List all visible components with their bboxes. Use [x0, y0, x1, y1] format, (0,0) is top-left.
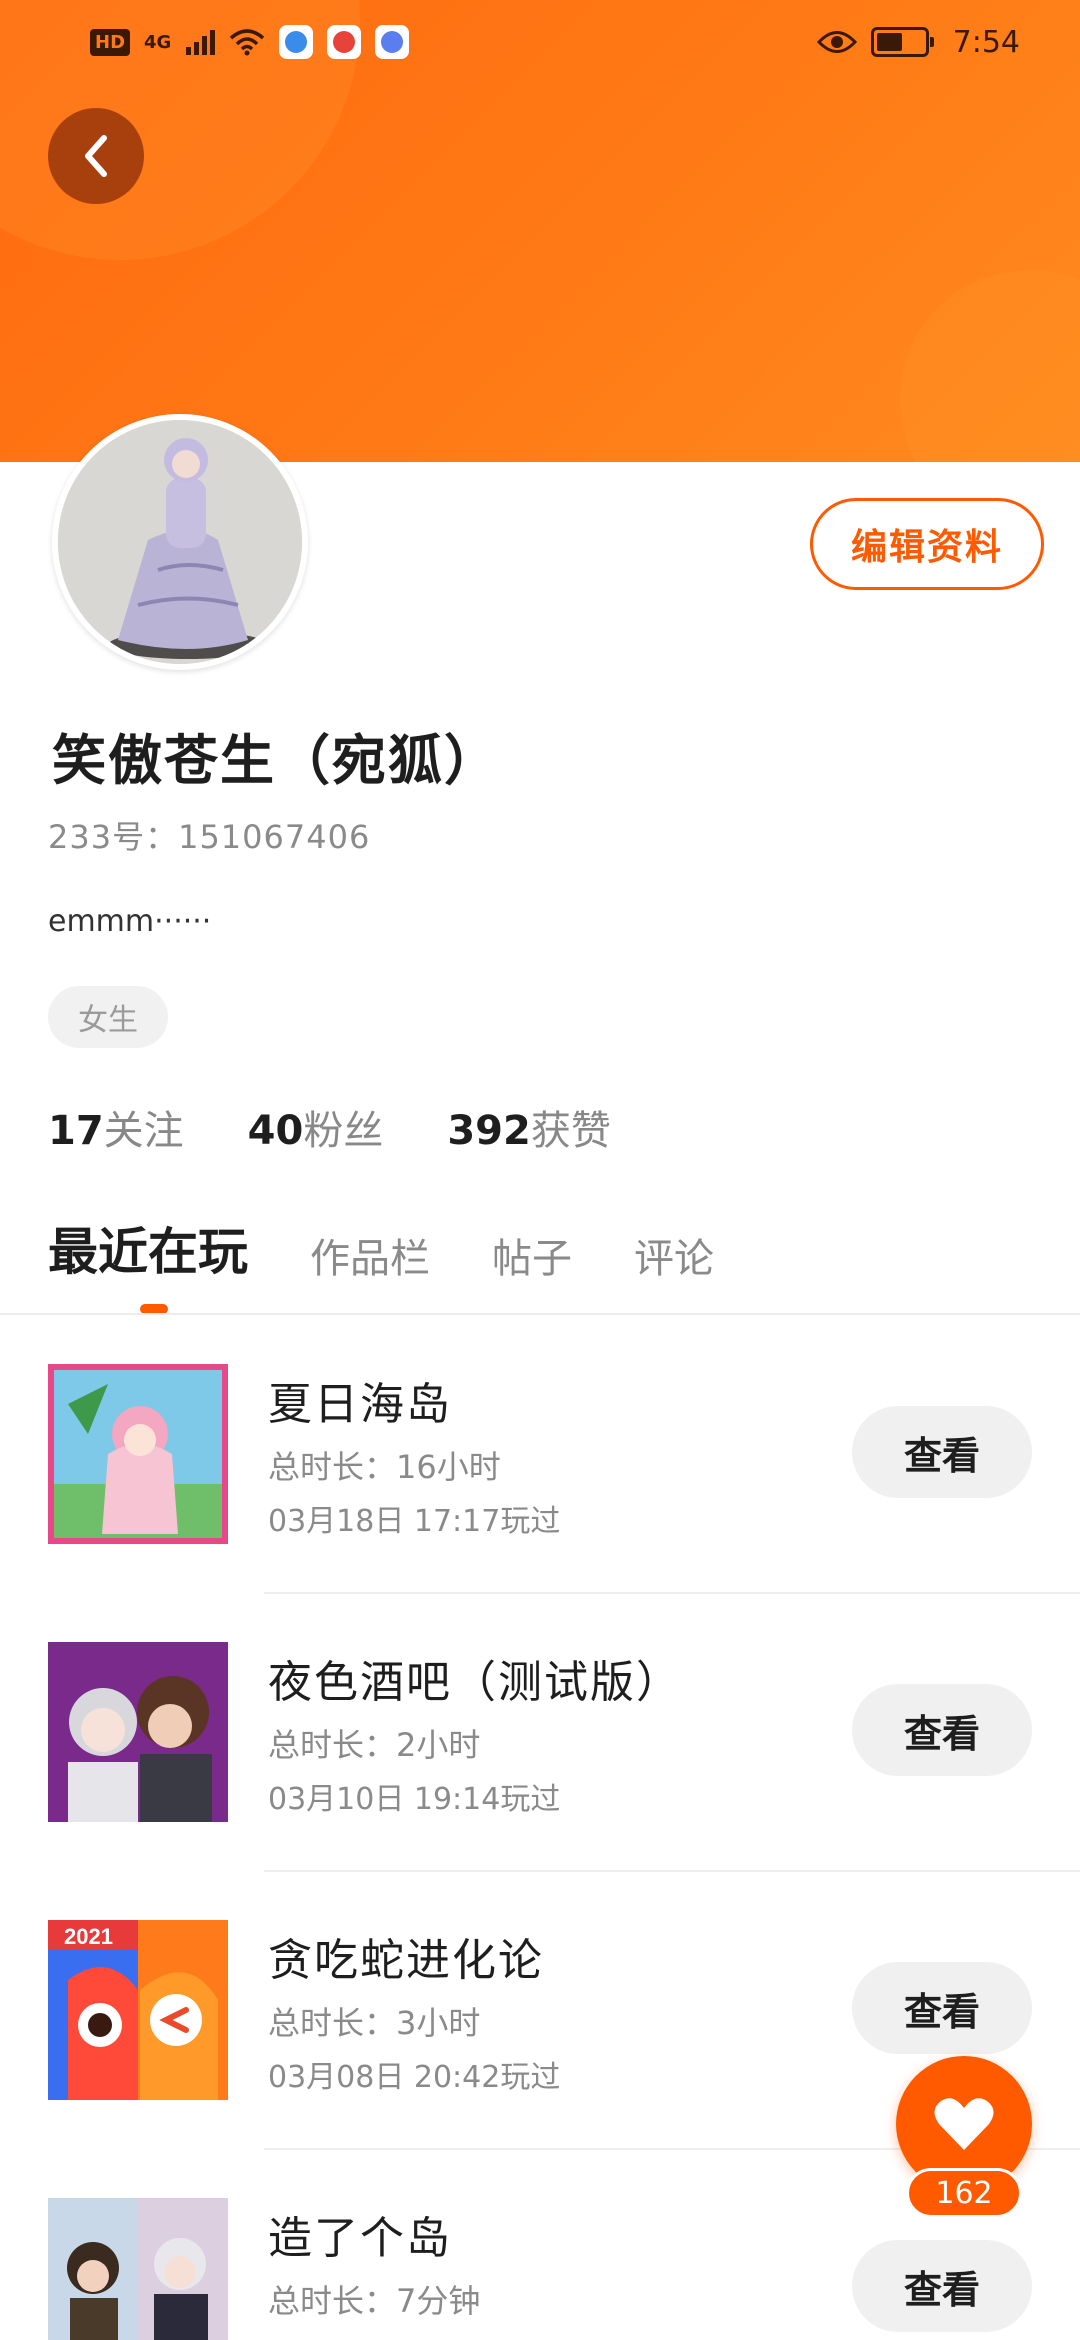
game-title: 夏日海岛 [268, 1379, 452, 1430]
banner-decoration [900, 270, 1080, 462]
stat-number: 17 [48, 1108, 104, 1154]
stat-following[interactable]: 17关注 [48, 1098, 184, 1156]
divider [0, 1313, 1080, 1315]
game-thumbnail: 2021 [48, 1920, 228, 2100]
profile-name: 笑傲苍生（宛狐） [52, 729, 500, 792]
game-duration: 总时长：7分钟 [268, 2282, 481, 2320]
status-right: 7:54 [816, 24, 1020, 60]
game-title: 夜色酒吧（测试版） [268, 1657, 682, 1708]
status-left: HD 4G [90, 25, 410, 59]
profile-page: HD 4G 7:54 编辑资料 笑傲苍生（宛狐） 233号：151067406 … [0, 0, 1080, 2340]
browser-app-icon [279, 25, 314, 59]
back-button[interactable] [48, 108, 144, 204]
view-button[interactable]: 查看 [852, 1962, 1032, 2054]
list-item[interactable]: 夏日海岛 总时长：16小时 03月18日 17:17玩过 查看 [0, 1316, 1080, 1594]
thumb-year-badge: 2021 [64, 1924, 113, 1949]
stat-label: 关注 [103, 1108, 184, 1154]
gender-tag: 女生 [48, 986, 168, 1048]
profile-uid: 233号：151067406 [48, 818, 371, 856]
stat-likes[interactable]: 392获赞 [447, 1098, 611, 1156]
signal-icon [186, 30, 216, 55]
tab-posts[interactable]: 帖子 [492, 1226, 572, 1284]
edit-profile-button[interactable]: 编辑资料 [810, 498, 1044, 590]
music-app-icon [375, 25, 410, 59]
view-button[interactable]: 查看 [852, 1684, 1032, 1776]
status-time: 7:54 [952, 24, 1020, 60]
list-item[interactable]: 夜色酒吧（测试版） 总时长：2小时 03月10日 19:14玩过 查看 [0, 1594, 1080, 1872]
game-thumbnail [48, 1642, 228, 1822]
tab-recent-played[interactable]: 最近在玩 [48, 1212, 248, 1284]
tab-comments[interactable]: 评论 [634, 1226, 714, 1284]
avatar-image [58, 420, 302, 664]
game-last-played: 03月18日 17:17玩过 [268, 1504, 561, 1539]
stat-label: 获赞 [530, 1108, 611, 1154]
game-duration: 总时长：3小时 [268, 2004, 481, 2042]
map-app-icon [327, 25, 362, 59]
stat-label: 粉丝 [303, 1108, 384, 1154]
wifi-icon [230, 29, 265, 56]
battery-icon [870, 27, 934, 57]
view-button[interactable]: 查看 [852, 1406, 1032, 1498]
game-title: 贪吃蛇进化论 [268, 1935, 544, 1986]
profile-stats: 17关注 40粉丝 392获赞 [48, 1098, 611, 1156]
game-last-played: 03月08日 20:42玩过 [268, 2060, 561, 2095]
profile-bio: emmm······ [48, 904, 212, 939]
view-button[interactable]: 查看 [852, 2240, 1032, 2332]
avatar[interactable] [52, 414, 308, 670]
status-bar: HD 4G 7:54 [0, 0, 1080, 84]
heart-icon [934, 2098, 994, 2150]
stat-number: 392 [447, 1108, 531, 1154]
hd-badge: HD [90, 28, 131, 56]
game-duration: 总时长：2小时 [268, 1726, 481, 1764]
game-duration: 总时长：16小时 [268, 1448, 501, 1486]
chevron-left-icon [85, 135, 107, 177]
eye-icon [816, 31, 857, 53]
like-count: 162 [906, 2168, 1022, 2218]
game-last-played: 03月10日 19:14玩过 [268, 1782, 561, 1817]
stat-followers[interactable]: 40粉丝 [248, 1098, 384, 1156]
game-thumbnail [48, 1364, 228, 1544]
game-title: 造了个岛 [268, 2213, 452, 2264]
game-thumbnail [48, 2198, 228, 2340]
profile-tabs: 最近在玩 作品栏 帖子 评论 [48, 1212, 714, 1284]
stat-number: 40 [247, 1108, 304, 1154]
tab-works[interactable]: 作品栏 [310, 1226, 430, 1284]
network-type: 4G [144, 31, 172, 53]
